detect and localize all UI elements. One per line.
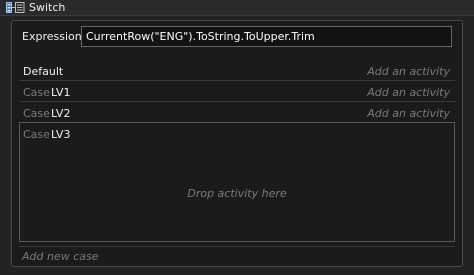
title-bar[interactable]: Switch: [0, 0, 474, 16]
window-title: Switch: [29, 1, 66, 14]
footer-divider: [19, 246, 455, 247]
case-value[interactable]: LV2: [51, 107, 70, 120]
default-add-activity-link[interactable]: Add an activity: [367, 65, 450, 78]
case-prefix: Case: [23, 128, 50, 141]
default-row[interactable]: Default Add an activity: [19, 63, 455, 81]
default-label: Default: [23, 65, 64, 78]
case-add-activity-link[interactable]: Add an activity: [367, 86, 450, 99]
case-box-lv3[interactable]: Case LV3 Drop activity here: [19, 122, 455, 242]
case-prefix: Case: [23, 86, 50, 99]
expression-label: Expression: [22, 30, 82, 43]
case-row-lv1[interactable]: Case LV1 Add an activity: [19, 84, 455, 102]
case-prefix: Case: [23, 107, 50, 120]
switch-activity-icon: [6, 2, 25, 13]
case-row-lv2[interactable]: Case LV2 Add an activity: [19, 105, 455, 123]
case-value[interactable]: LV1: [51, 86, 70, 99]
case-value[interactable]: LV3: [51, 128, 70, 141]
add-new-case-link[interactable]: Add new case: [22, 250, 99, 263]
case-add-activity-link[interactable]: Add an activity: [367, 107, 450, 120]
switch-activity-window: Switch Expression CurrentRow("ENG").ToSt…: [0, 0, 474, 275]
drop-activity-zone[interactable]: Drop activity here: [20, 187, 454, 200]
expression-input[interactable]: CurrentRow("ENG").ToString.ToUpper.Trim: [81, 26, 452, 47]
